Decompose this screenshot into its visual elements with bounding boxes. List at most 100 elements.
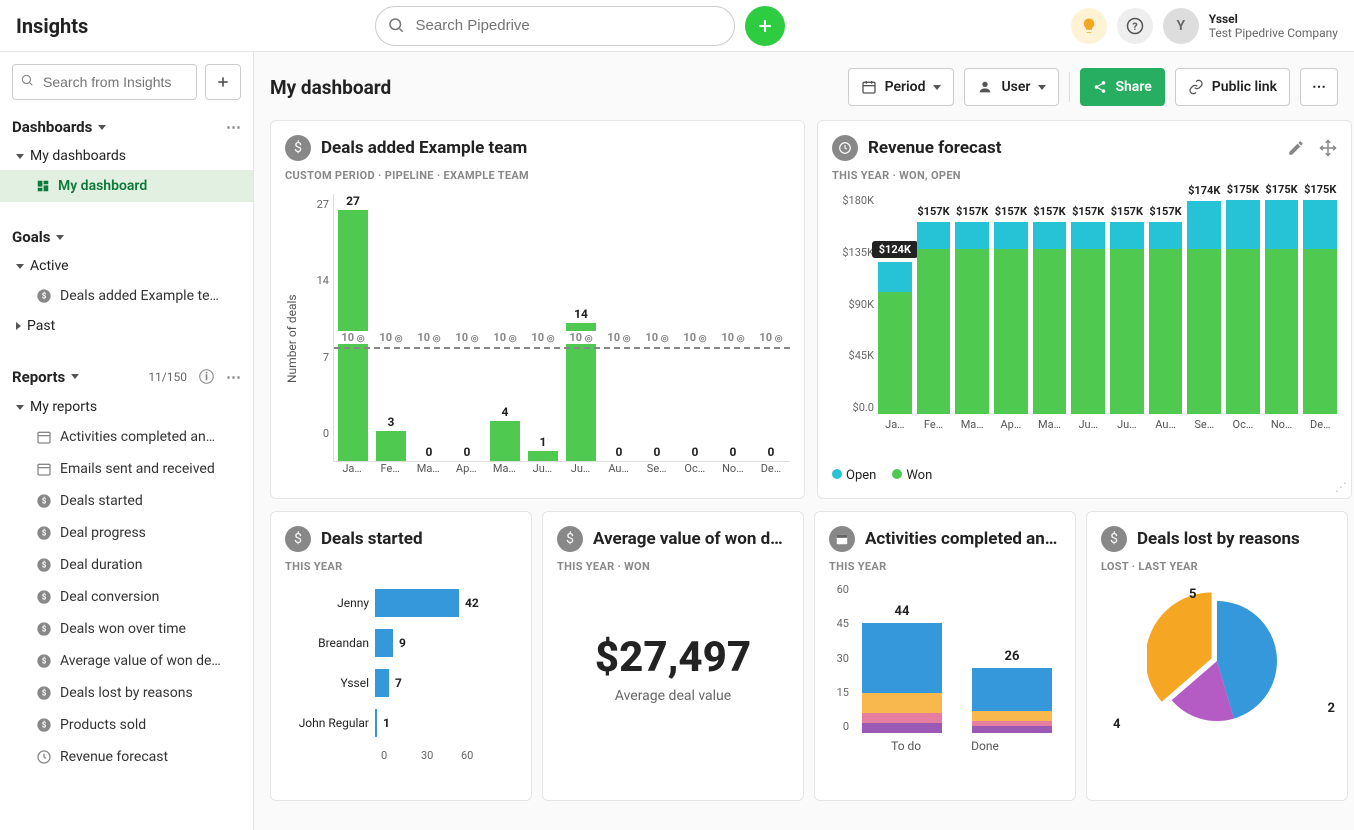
edit-icon[interactable] [1287,139,1305,157]
chevron-down-icon [98,125,106,130]
content-area: My dashboard Period User Share [254,52,1354,830]
user-company: Test Pipedrive Company [1209,26,1338,40]
sidebar-item-report[interactable]: Emails sent and received [12,453,241,485]
resize-handle[interactable]: ⋰ [1335,480,1347,494]
goals-section[interactable]: Goals [12,222,241,252]
legend: Open Won [832,468,1337,483]
report-icon [36,749,52,765]
app-title: Insights [16,14,88,38]
user-avatar[interactable]: Y [1163,8,1199,44]
info-icon[interactable]: ⓘ [199,366,214,387]
card-subtitle: LOST · LAST YEAR [1101,560,1333,573]
period-button[interactable]: Period [848,68,955,106]
page-title: My dashboard [270,76,391,99]
card-subtitle: THIS YEAR · WON [557,560,789,573]
reports-section[interactable]: Reports 11/150 ⓘ ⋯ [12,360,241,393]
card-subtitle: THIS YEAR [829,560,1061,573]
card-deals-lost: $ Deals lost by reasons LOST · LAST YEAR… [1086,511,1348,801]
sidebar-item-report[interactable]: $Deals won over time [12,613,241,645]
card-average-value: $ Average value of won d… THIS YEAR · WO… [542,511,804,801]
svg-text:$: $ [42,657,47,666]
card-deals-added: $ Deals added Example team CUSTOM PERIOD… [270,120,805,499]
report-icon [36,429,52,445]
more-icon[interactable]: ⋯ [226,118,241,136]
card-title[interactable]: Deals started [321,529,423,549]
help-button[interactable]: ? [1117,8,1153,44]
dashboard-icon [36,179,50,193]
my-dashboards-group[interactable]: My dashboards [12,142,241,170]
card-title[interactable]: Deals lost by reasons [1137,529,1300,549]
report-icon: $ [36,653,52,669]
sidebar-search-input[interactable] [12,64,197,100]
card-revenue-forecast: Revenue forecast THIS YEAR · WON, OPEN $… [817,120,1352,499]
sidebar-item-report[interactable]: $Deal conversion [12,581,241,613]
report-icon: $ [36,557,52,573]
my-reports-group[interactable]: My reports [12,393,241,421]
calendar-icon [829,526,855,552]
pie-chart: 5 2 4 [1101,591,1333,731]
chevron-down-icon [16,405,24,410]
user-name: Yssel [1209,12,1338,26]
dollar-icon: $ [36,288,52,304]
sidebar-item-report[interactable]: $Deal duration [12,549,241,581]
svg-text:$: $ [42,529,47,538]
more-icon[interactable]: ⋯ [226,368,241,386]
dollar-icon: $ [1101,526,1127,552]
card-title[interactable]: Revenue forecast [868,138,1001,158]
report-icon [36,461,52,477]
chevron-right-icon [16,322,21,330]
dollar-icon: $ [285,135,311,161]
scorecard: $27,497 Average deal value [557,633,789,704]
chevron-down-icon [1038,85,1046,90]
share-button[interactable]: Share [1080,68,1164,106]
report-icon: $ [36,685,52,701]
card-subtitle: THIS YEAR [285,560,517,573]
user-block[interactable]: Yssel Test Pipedrive Company [1209,12,1338,40]
sidebar-item-report[interactable]: $Products sold [12,709,241,741]
card-deals-started: $ Deals started THIS YEAR Jenny42Breanda… [270,511,532,801]
svg-text:$: $ [42,625,47,634]
global-search-input[interactable] [375,6,735,46]
sidebar-item-my-dashboard[interactable]: My dashboard [0,170,253,202]
card-title[interactable]: Average value of won d… [593,529,783,549]
sidebar-item-report[interactable]: Activities completed an… [12,421,241,453]
svg-text:$: $ [42,292,47,301]
sidebar-item-report[interactable]: $Deals lost by reasons [12,677,241,709]
sidebar-item-report[interactable]: $Average value of won de… [12,645,241,677]
chevron-down-icon [933,85,941,90]
chevron-down-icon [71,374,79,379]
chevron-down-icon [56,235,64,240]
card-activities: Activities completed an… THIS YEAR 60453… [814,511,1076,801]
revenue-chart: $180K$135K$90K$45K$0.0 $124K$157K$157K$1… [832,194,1337,458]
public-link-button[interactable]: Public link [1175,68,1290,106]
svg-text:$: $ [42,721,47,730]
svg-text:$: $ [42,593,47,602]
dollar-icon: $ [557,526,583,552]
deals-started-chart: Jenny42Breandan9Yssel7John Regular1 [285,589,517,737]
goals-past-group[interactable]: Past [12,312,241,340]
card-subtitle: CUSTOM PERIOD · PIPELINE · EXAMPLE TEAM [285,169,790,182]
card-subtitle: THIS YEAR · WON, OPEN [832,169,1337,182]
goals-active-group[interactable]: Active [12,252,241,280]
deals-added-chart: Number of deals 271470 27300411400000 10… [285,194,790,484]
dashboards-section[interactable]: Dashboards ⋯ [12,112,241,142]
more-button[interactable]: ⋯ [1300,68,1338,106]
user-filter-button[interactable]: User [964,68,1059,106]
sidebar-item-report[interactable]: Revenue forecast [12,741,241,773]
search-icon [387,16,405,34]
dollar-icon: $ [285,526,311,552]
activities-chart: 604530150 4426 [829,583,1061,733]
report-icon: $ [36,621,52,637]
sidebar-item-report[interactable]: $Deals started [12,485,241,517]
add-button[interactable] [745,6,785,46]
sidebar-item-report[interactable]: $Deal progress [12,517,241,549]
card-title[interactable]: Activities completed an… [865,529,1057,549]
tips-button[interactable] [1071,8,1107,44]
sidebar-add-button[interactable] [205,64,241,100]
chevron-down-icon [16,154,24,159]
move-icon[interactable] [1319,139,1337,157]
report-icon: $ [36,589,52,605]
card-title[interactable]: Deals added Example team [321,138,527,158]
svg-text:$: $ [42,561,47,570]
sidebar-item-goal[interactable]: $ Deals added Example te… [12,280,241,312]
